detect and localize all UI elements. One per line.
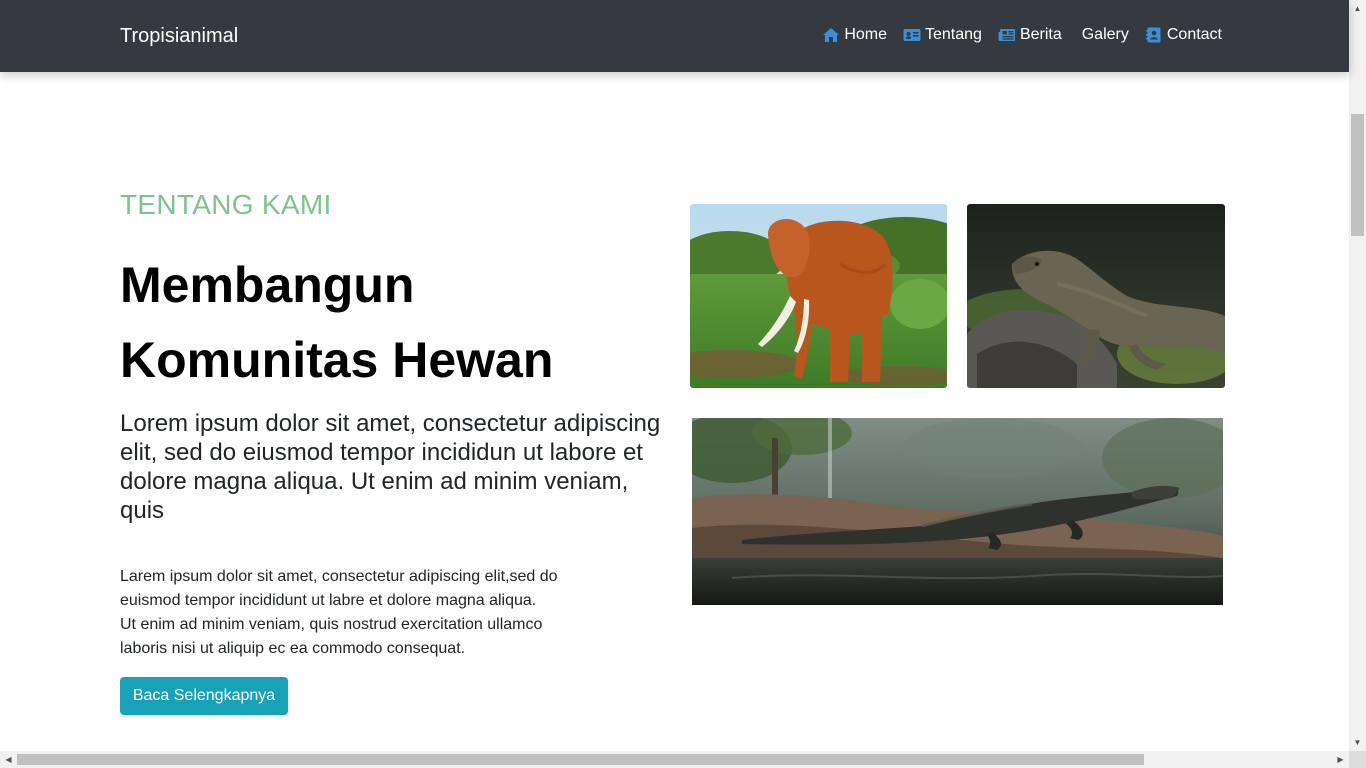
nav-item-label: Galery xyxy=(1081,26,1129,43)
horizontal-scroll-thumb[interactable] xyxy=(17,754,1144,765)
horizontal-scrollbar[interactable]: ◀ ▶ xyxy=(0,751,1349,768)
body-paragraph: Larem ipsum dolor sit amet, consectetur … xyxy=(120,565,580,661)
body-line: laboris nisi ut aliquip ec ea commodo co… xyxy=(120,640,466,657)
komodo-dragon-photo xyxy=(967,204,1225,388)
home-icon xyxy=(823,28,840,42)
address-book-icon xyxy=(1145,27,1161,43)
top-navbar: Tropisianimal Home Tentang Berita Galery… xyxy=(0,0,1349,72)
nav-item-berita[interactable]: Berita xyxy=(998,24,1062,46)
nav-item-label: Home xyxy=(844,26,887,43)
body-line: Larem ipsum dolor sit amet, consectetur … xyxy=(120,568,558,585)
scroll-up-arrow-icon[interactable]: ▲ xyxy=(1349,0,1366,17)
crocodile-photo xyxy=(692,418,1223,605)
scroll-down-arrow-icon[interactable]: ▼ xyxy=(1349,734,1366,751)
nav-item-home[interactable]: Home xyxy=(822,24,887,46)
vertical-scroll-thumb[interactable] xyxy=(1351,114,1364,236)
body-line: Ut enim ad minim veniam, quis nostrud ex… xyxy=(120,616,543,633)
newspaper-icon xyxy=(998,29,1015,41)
lead-paragraph: Lorem ipsum dolor sit amet, consectetur … xyxy=(120,410,661,524)
read-more-button[interactable]: Baca Selengkapnya xyxy=(120,677,288,715)
nav-item-galery[interactable]: Galery xyxy=(1078,24,1129,46)
nav-menu: Home Tentang Berita Galery Contact xyxy=(822,24,1222,46)
scroll-left-arrow-icon[interactable]: ◀ xyxy=(0,751,17,768)
nav-item-label: Contact xyxy=(1166,26,1222,43)
brand-logo[interactable]: Tropisianimal xyxy=(120,24,238,48)
nav-item-contact[interactable]: Contact xyxy=(1145,24,1222,46)
scroll-right-arrow-icon[interactable]: ▶ xyxy=(1332,751,1349,768)
body-line: euismod tempor incididunt ut labre et do… xyxy=(120,592,537,609)
scrollbar-corner xyxy=(1349,751,1366,768)
nav-item-tentang[interactable]: Tentang xyxy=(903,24,982,46)
vertical-scrollbar[interactable]: ▲ ▼ xyxy=(1349,0,1366,751)
section-eyebrow: TENTANG KAMI xyxy=(120,189,332,220)
id-card-icon xyxy=(903,29,921,41)
nav-item-label: Tentang xyxy=(925,26,982,43)
nav-item-label: Berita xyxy=(1019,26,1062,43)
elephant-photo xyxy=(690,204,947,388)
page-headline: Membangun Komunitas Hewan xyxy=(120,257,554,388)
